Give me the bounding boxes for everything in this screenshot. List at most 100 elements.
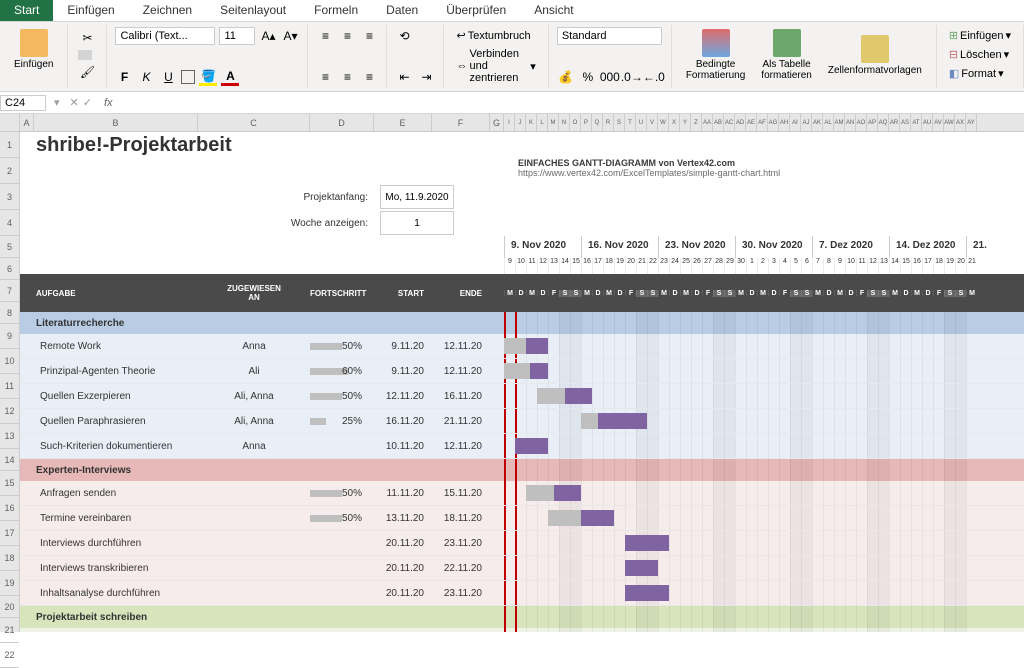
col-header-B[interactable]: B (34, 114, 198, 131)
col-header-Q[interactable]: Q (592, 114, 603, 131)
currency-icon[interactable]: 💰 (557, 68, 575, 86)
ribbon-tab-start[interactable]: Start (0, 0, 53, 21)
align-bottom-icon[interactable]: ≡ (360, 27, 378, 45)
col-header-U[interactable]: U (636, 114, 647, 131)
orientation-icon[interactable]: ⟲ (395, 27, 413, 45)
format-painter-icon[interactable]: 🖌 (78, 63, 96, 81)
align-center-icon[interactable]: ≡ (338, 68, 356, 86)
col-header-E[interactable]: E (374, 114, 432, 131)
cut-icon[interactable]: ✂ (78, 29, 96, 47)
enter-icon[interactable]: ✓ (83, 96, 92, 109)
col-header-AG[interactable]: AG (768, 114, 779, 131)
task-row[interactable]: Quellen ParaphrasierenAli, Anna25%16.11.… (20, 409, 1024, 434)
conditional-formatting-button[interactable]: Bedingte Formatierung (680, 27, 751, 83)
row-header[interactable]: 14 (0, 449, 19, 471)
row-header[interactable]: 16 (0, 496, 19, 521)
col-header-AT[interactable]: AT (911, 114, 922, 131)
row-header[interactable]: 6 (0, 258, 19, 280)
col-header-AS[interactable]: AS (900, 114, 911, 131)
row-header[interactable]: 10 (0, 349, 19, 374)
row-header[interactable]: 9 (0, 324, 19, 349)
bold-button[interactable]: F (115, 68, 133, 86)
col-header-O[interactable]: O (570, 114, 581, 131)
task-row[interactable]: Interviews durchführen20.11.2023.11.20 (20, 531, 1024, 556)
comma-icon[interactable]: 000 (601, 68, 619, 86)
col-header-G[interactable]: G (490, 114, 504, 131)
row-header[interactable]: 7 (0, 280, 19, 302)
font-name-select[interactable] (115, 27, 215, 45)
merge-button[interactable]: ⇔ Verbinden und zentrieren ▾ (452, 46, 539, 86)
task-row[interactable]: Such-Kriterien dokumentierenAnna10.11.20… (20, 434, 1024, 459)
row-header[interactable]: 2 (0, 158, 19, 184)
col-header-F[interactable]: F (432, 114, 490, 131)
font-color-icon[interactable]: A (221, 68, 239, 86)
col-header-AY[interactable]: AY (966, 114, 977, 131)
col-header-W[interactable]: W (658, 114, 669, 131)
align-right-icon[interactable]: ≡ (360, 68, 378, 86)
col-header-N[interactable]: N (559, 114, 570, 131)
col-header-AI[interactable]: AI (790, 114, 801, 131)
col-header-AJ[interactable]: AJ (801, 114, 812, 131)
col-header-AB[interactable]: AB (713, 114, 724, 131)
col-header-Y[interactable]: Y (680, 114, 691, 131)
task-row[interactable]: Prinzipal-Agenten TheorieAli60%9.11.2012… (20, 359, 1024, 384)
increase-font-icon[interactable]: A▴ (259, 27, 277, 45)
project-start-value[interactable]: Mo, 11.9.2020 (380, 185, 454, 209)
col-header-L[interactable]: L (537, 114, 548, 131)
col-header-AR[interactable]: AR (889, 114, 900, 131)
task-row[interactable]: Remote WorkAnna50%9.11.2012.11.20 (20, 334, 1024, 359)
col-header-AP[interactable]: AP (867, 114, 878, 131)
indent-decrease-icon[interactable]: ⇤ (395, 68, 413, 86)
col-header-AA[interactable]: AA (702, 114, 713, 131)
row-header[interactable]: 5 (0, 236, 19, 258)
align-middle-icon[interactable]: ≡ (338, 27, 356, 45)
ribbon-tab-ansicht[interactable]: Ansicht (520, 0, 587, 21)
task-row[interactable]: Inhaltsanalyse durchführen20.11.2023.11.… (20, 581, 1024, 606)
font-size-select[interactable] (219, 27, 255, 45)
col-header-AE[interactable]: AE (746, 114, 757, 131)
row-header[interactable]: 12 (0, 399, 19, 424)
row-header[interactable]: 20 (0, 596, 19, 618)
col-header-P[interactable]: P (581, 114, 592, 131)
ribbon-tab-seitenlayout[interactable]: Seitenlayout (206, 0, 300, 21)
col-header-X[interactable]: X (669, 114, 680, 131)
row-header[interactable]: 15 (0, 471, 19, 496)
col-header-AW[interactable]: AW (944, 114, 955, 131)
col-header-AV[interactable]: AV (933, 114, 944, 131)
show-week-value[interactable]: 1 (380, 211, 454, 235)
task-row[interactable]: Interviews transkribieren20.11.2022.11.2… (20, 556, 1024, 581)
decrease-decimal-icon[interactable]: ←.0 (645, 68, 663, 86)
format-as-table-button[interactable]: Als Tabelle formatieren (755, 27, 818, 83)
col-header-S[interactable]: S (614, 114, 625, 131)
row-header[interactable]: 21 (0, 618, 19, 643)
task-row[interactable]: Interview-Ergebnisse berichten24.11.2029… (20, 628, 1024, 632)
col-header-AX[interactable]: AX (955, 114, 966, 131)
paste-button[interactable]: Einfügen (8, 27, 59, 72)
col-header-AN[interactable]: AN (845, 114, 856, 131)
ribbon-tab-überprüfen[interactable]: Überprüfen (432, 0, 520, 21)
task-row[interactable]: Quellen ExzerpierenAli, Anna50%12.11.201… (20, 384, 1024, 409)
format-cells-button[interactable]: ◧Format▾ (945, 65, 1015, 82)
task-row[interactable]: Termine vereinbaren50%13.11.2018.11.20 (20, 506, 1024, 531)
align-left-icon[interactable]: ≡ (316, 68, 334, 86)
percent-icon[interactable]: % (579, 68, 597, 86)
col-header-AK[interactable]: AK (812, 114, 823, 131)
ribbon-tab-zeichnen[interactable]: Zeichnen (129, 0, 206, 21)
col-header-V[interactable]: V (647, 114, 658, 131)
row-header[interactable]: 18 (0, 546, 19, 571)
col-header-AF[interactable]: AF (757, 114, 768, 131)
row-header[interactable]: 13 (0, 424, 19, 449)
row-header[interactable]: 4 (0, 210, 19, 236)
dropdown-icon[interactable]: ▾ (50, 96, 64, 109)
border-icon[interactable] (181, 70, 195, 84)
ribbon-tab-daten[interactable]: Daten (372, 0, 432, 21)
align-top-icon[interactable]: ≡ (316, 27, 334, 45)
fill-color-icon[interactable]: 🪣 (199, 68, 217, 86)
col-header-C[interactable]: C (198, 114, 310, 131)
ribbon-tab-formeln[interactable]: Formeln (300, 0, 372, 21)
fx-label[interactable]: fx (98, 97, 113, 109)
col-header-R[interactable]: R (603, 114, 614, 131)
task-row[interactable]: Anfragen senden50%11.11.2015.11.20 (20, 481, 1024, 506)
col-header-M[interactable]: M (548, 114, 559, 131)
col-header-Z[interactable]: Z (691, 114, 702, 131)
